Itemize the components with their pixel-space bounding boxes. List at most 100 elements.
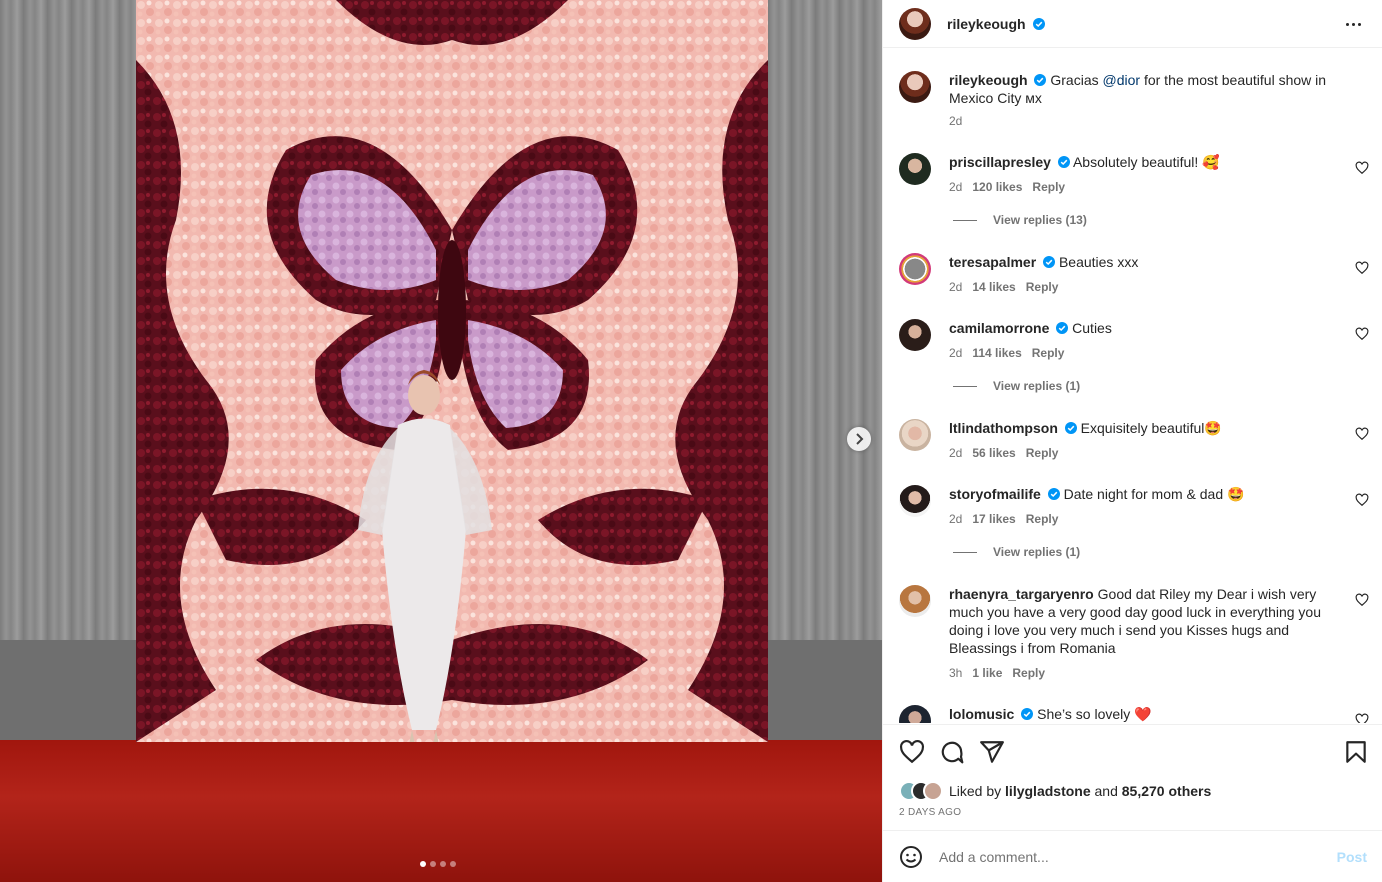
emoji-icon[interactable] xyxy=(899,845,923,869)
share-icon[interactable] xyxy=(979,739,1005,765)
carousel-dot xyxy=(430,861,436,867)
comment-meta: 3h 1 like Reply xyxy=(949,666,1045,680)
verified-badge-icon xyxy=(1033,18,1046,30)
post-comment-button[interactable]: Post xyxy=(1337,849,1367,865)
view-replies-label: View replies (1) xyxy=(993,545,1081,559)
comment-age: 2d xyxy=(949,512,963,526)
more-options-button[interactable] xyxy=(1341,14,1365,34)
verified-badge-icon xyxy=(1056,322,1069,334)
commenter-avatar[interactable] xyxy=(899,485,931,517)
reply-button[interactable]: Reply xyxy=(1012,666,1045,680)
commenter-username[interactable]: ltlindathompson xyxy=(949,420,1058,436)
view-replies-button[interactable]: View replies (13) xyxy=(953,213,1087,227)
heart-icon[interactable] xyxy=(1355,327,1369,341)
verified-badge-icon xyxy=(1043,256,1056,268)
comment-text: teresapalmer Beauties xxx xyxy=(949,253,1329,271)
post-actions: Liked by lilygladstone and 85,270 others… xyxy=(883,724,1382,830)
comment-body: Exquisitely beautiful🤩 xyxy=(1080,420,1222,436)
reply-button[interactable]: Reply xyxy=(1032,180,1065,194)
comment-age: 2d xyxy=(949,280,963,294)
heart-icon[interactable] xyxy=(1355,261,1369,275)
comment-age: 2d xyxy=(949,180,963,194)
heart-icon[interactable] xyxy=(1355,493,1369,507)
comment-text: priscillapresley Absolutely beautiful! 🥰 xyxy=(949,153,1329,171)
comment-body: She’s so lovely ❤️ xyxy=(1037,706,1152,722)
comment-likes[interactable]: 114 likes xyxy=(972,346,1021,360)
comment-meta: 2d 14 likes Reply xyxy=(949,280,1058,294)
commenter-avatar[interactable] xyxy=(899,153,931,185)
view-replies-button[interactable]: View replies (1) xyxy=(953,545,1080,559)
chevron-right-icon xyxy=(856,433,864,445)
likes-summary[interactable]: Liked by lilygladstone and 85,270 others xyxy=(899,781,1211,801)
post-date: 2 DAYS AGO xyxy=(899,807,962,818)
carousel-indicator xyxy=(420,861,456,867)
post-header: rileykeough xyxy=(883,0,1382,48)
likes-prefix: Liked by xyxy=(949,783,1002,799)
replies-divider xyxy=(953,219,977,221)
liker-username[interactable]: lilygladstone xyxy=(1005,783,1091,799)
comment-likes[interactable]: 56 likes xyxy=(972,446,1015,460)
commenter-avatar[interactable] xyxy=(899,253,931,285)
comment-age: 2d xyxy=(949,446,963,460)
reply-button[interactable]: Reply xyxy=(1032,346,1065,360)
heart-icon[interactable] xyxy=(899,739,925,765)
verified-badge-icon xyxy=(1021,708,1034,720)
commenter-avatar[interactable] xyxy=(899,419,931,451)
commenter-avatar[interactable] xyxy=(899,705,931,723)
post-media[interactable] xyxy=(0,0,882,882)
commenter-username[interactable]: camilamorrone xyxy=(949,320,1049,336)
commenter-avatar[interactable] xyxy=(899,585,931,617)
view-replies-button[interactable]: View replies (1) xyxy=(953,379,1080,393)
view-replies-label: View replies (1) xyxy=(993,379,1081,393)
comment-likes[interactable]: 17 likes xyxy=(972,512,1015,526)
commenter-username[interactable]: teresapalmer xyxy=(949,254,1036,270)
carousel-dot xyxy=(420,861,426,867)
post-details-panel: rileykeough rileykeough Gracias @dior fo… xyxy=(882,0,1382,882)
add-comment-bar: Post xyxy=(883,830,1382,882)
mention-link[interactable]: @dior xyxy=(1103,72,1141,88)
reply-button[interactable]: Reply xyxy=(1026,280,1059,294)
author-username[interactable]: rileykeough xyxy=(947,16,1026,32)
comment-likes[interactable]: 1 like xyxy=(972,666,1002,680)
comment-meta: 2d 17 likes Reply xyxy=(949,512,1058,526)
comment-icon[interactable] xyxy=(939,739,965,765)
comment-body: Date night for mom & dad 🤩 xyxy=(1063,486,1245,502)
commenter-username[interactable]: priscillapresley xyxy=(949,154,1051,170)
commenter-avatar[interactable] xyxy=(899,319,931,351)
commenter-username[interactable]: rhaenyra_targaryenro xyxy=(949,586,1094,602)
comment-text: rhaenyra_targaryenro Good dat Riley my D… xyxy=(949,585,1329,657)
reply-button[interactable]: Reply xyxy=(1026,512,1059,526)
comment-age: 3h xyxy=(949,666,963,680)
author-line: rileykeough xyxy=(947,16,1046,34)
comment-text: ltlindathompson Exquisitely beautiful🤩 xyxy=(949,419,1329,437)
heart-icon[interactable] xyxy=(1355,593,1369,607)
caption-word: Gracias xyxy=(1050,72,1099,88)
author-avatar[interactable] xyxy=(899,8,931,40)
comment-input[interactable] xyxy=(939,846,1319,868)
comment-text: camilamorrone Cuties xyxy=(949,319,1329,337)
caption-username[interactable]: rileykeough xyxy=(949,72,1028,88)
reply-button[interactable]: Reply xyxy=(1026,446,1059,460)
replies-divider xyxy=(953,551,977,553)
heart-icon[interactable] xyxy=(1355,427,1369,441)
comments-list[interactable]: rileykeough Gracias @dior for the most b… xyxy=(883,55,1382,723)
heart-icon[interactable] xyxy=(1355,713,1369,723)
comment-text: lolomusic She’s so lovely ❤️ xyxy=(949,705,1329,723)
replies-divider xyxy=(953,385,977,387)
comment-body: Cuties xyxy=(1072,320,1112,336)
view-replies-label: View replies (13) xyxy=(993,213,1087,227)
heart-icon[interactable] xyxy=(1355,161,1369,175)
comment-likes[interactable]: 14 likes xyxy=(972,280,1015,294)
commenter-username[interactable]: lolomusic xyxy=(949,706,1014,722)
next-slide-button[interactable] xyxy=(847,427,871,451)
author-avatar[interactable] xyxy=(899,71,931,103)
more-options-icon xyxy=(1345,22,1349,26)
caption-text: rileykeough Gracias @dior for the most b… xyxy=(949,71,1329,107)
verified-badge-icon xyxy=(1034,74,1047,86)
bookmark-icon[interactable] xyxy=(1343,739,1369,765)
liker-avatar xyxy=(923,781,943,801)
commenter-username[interactable]: storyofmailife xyxy=(949,486,1041,502)
comment-likes[interactable]: 120 likes xyxy=(972,180,1022,194)
likes-others[interactable]: 85,270 others xyxy=(1122,783,1212,799)
comment-meta: 2d 114 likes Reply xyxy=(949,346,1064,360)
